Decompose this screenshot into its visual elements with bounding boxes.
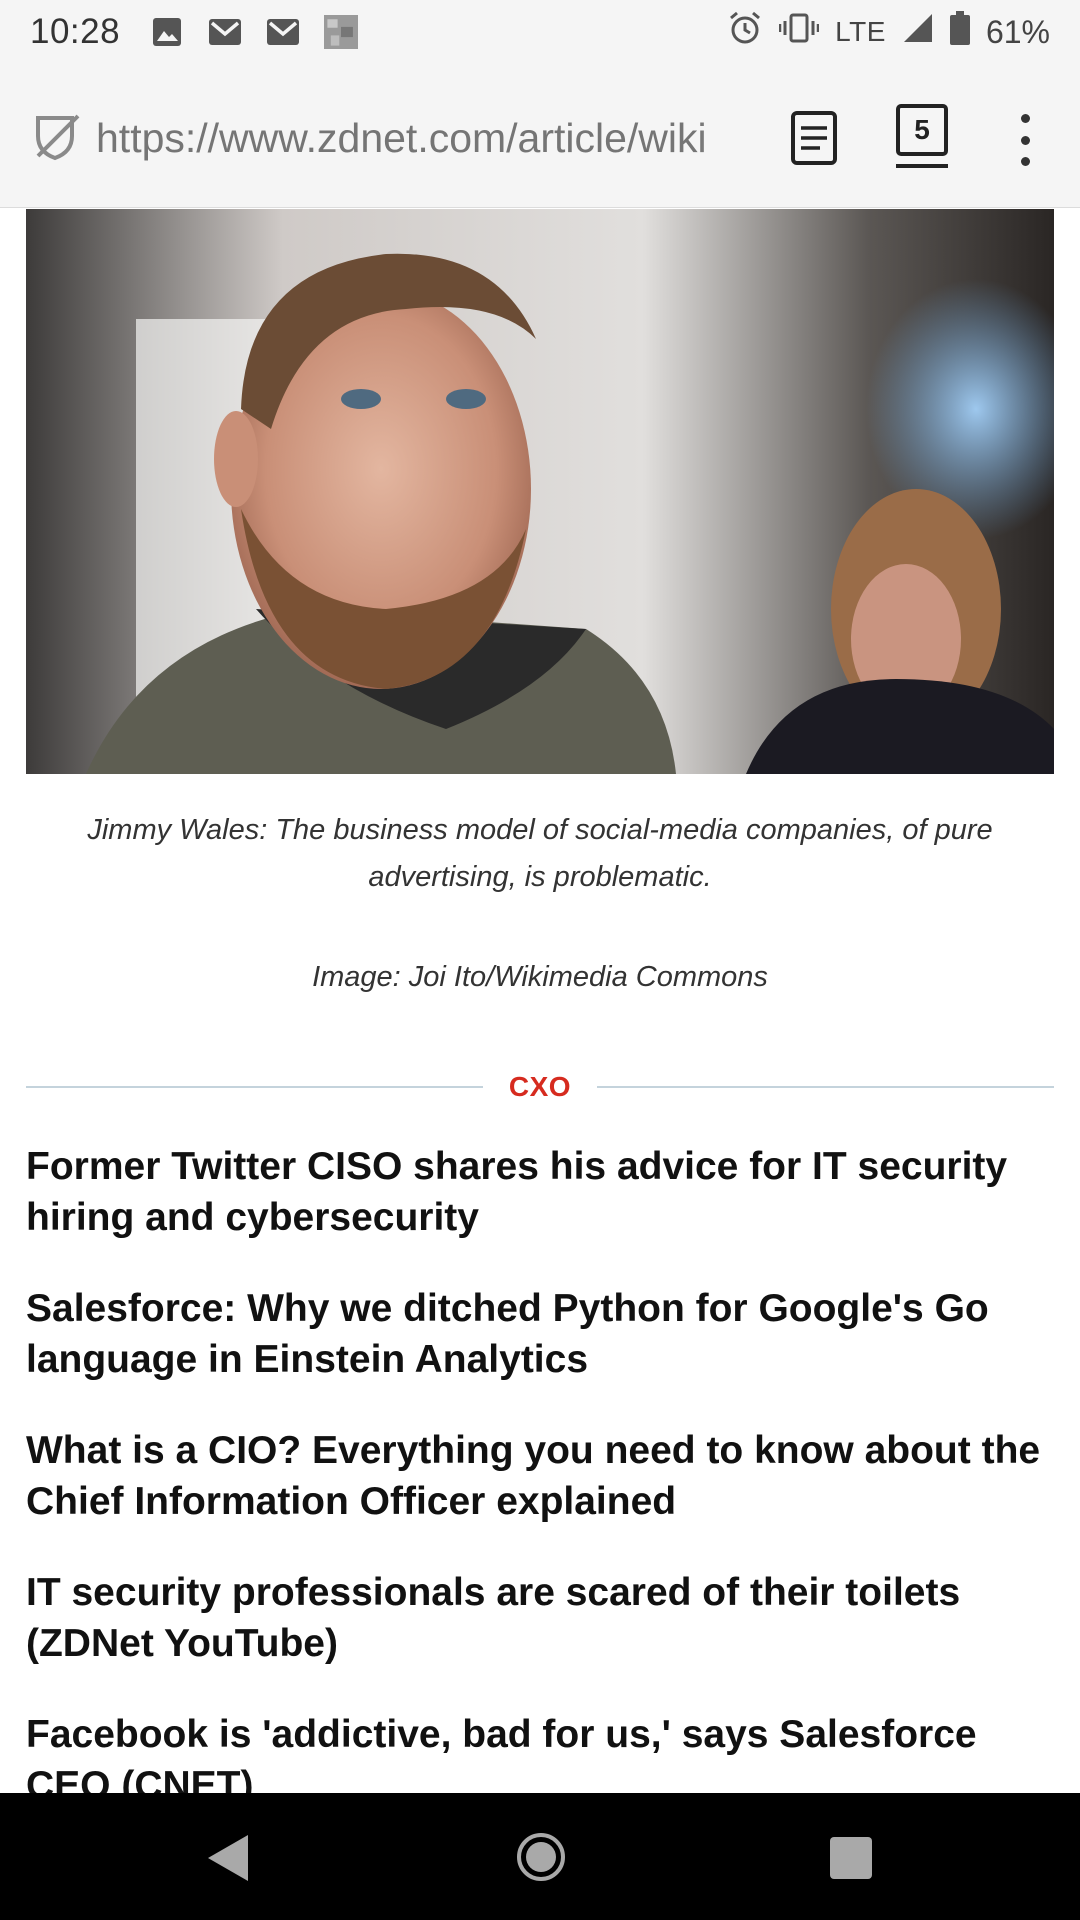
image-caption: Jimmy Wales: The business model of socia… (87, 814, 993, 893)
divider-line-right (597, 1086, 1054, 1088)
system-navigation-bar (0, 1793, 1080, 1920)
site-security-icon[interactable] (32, 112, 82, 162)
gmail-icon (266, 16, 300, 48)
related-article-link[interactable]: Salesforce: Why we ditched Python for Go… (26, 1283, 1054, 1385)
gmail-icon (208, 16, 242, 48)
back-icon[interactable] (206, 1833, 250, 1883)
url-bar[interactable]: https://www.zdnet.com/article/wiki (96, 110, 756, 166)
vibrate-icon (778, 12, 820, 52)
related-article-link[interactable]: Former Twitter CISO shares his advice fo… (26, 1141, 1054, 1243)
image-icon (150, 16, 184, 48)
battery-icon (949, 11, 970, 53)
network-type: LTE (835, 16, 886, 47)
battery-level: 61% (985, 13, 1050, 50)
related-article-link[interactable]: What is a CIO? Everything you need to kn… (26, 1425, 1054, 1527)
tab-underline (896, 164, 948, 168)
section-divider: CXO (26, 1067, 1054, 1107)
browser-toolbar: https://www.zdnet.com/article/wiki 5 (0, 64, 1080, 208)
related-article-link[interactable]: IT security professionals are scared of … (26, 1567, 1054, 1669)
tab-count: 5 (896, 104, 948, 156)
page-content[interactable]: Jimmy Wales: The business model of socia… (0, 209, 1080, 1793)
article-hero-image (26, 209, 1054, 774)
alarm-icon (727, 10, 763, 54)
tab-switcher-button[interactable]: 5 (896, 104, 952, 168)
signal-icon (902, 12, 934, 52)
related-articles-list: Former Twitter CISO shares his advice fo… (26, 1141, 1054, 1793)
status-bar: 10:28 LTE 61% (0, 0, 1080, 64)
overflow-menu-icon[interactable] (1010, 110, 1040, 170)
image-credit: Image: Joi Ito/Wikimedia Commons (312, 961, 768, 993)
status-time: 10:28 (30, 12, 121, 51)
app-thumbnail-icon (324, 15, 359, 49)
reader-mode-icon[interactable] (790, 110, 838, 166)
divider-line-left (26, 1086, 483, 1088)
notification-icons (150, 15, 359, 49)
section-label[interactable]: CXO (483, 1071, 597, 1103)
status-right: LTE 61% (727, 10, 1050, 54)
recent-apps-icon[interactable] (830, 1837, 872, 1879)
url-fade (700, 104, 770, 170)
related-article-link[interactable]: Facebook is 'addictive, bad for us,' say… (26, 1709, 1054, 1793)
home-icon[interactable] (517, 1833, 565, 1881)
